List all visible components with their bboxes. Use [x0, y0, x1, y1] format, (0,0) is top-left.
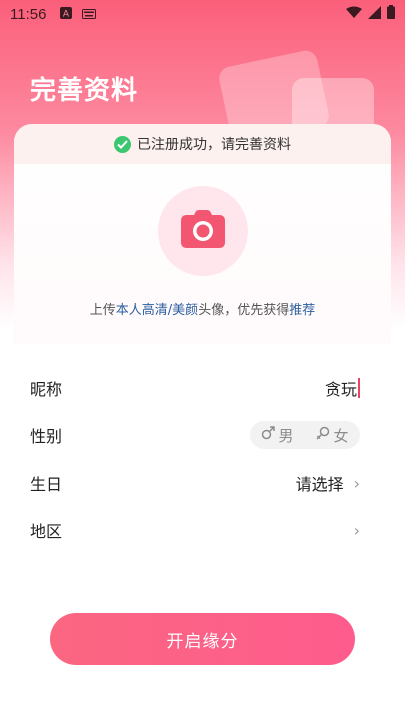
camera-icon — [181, 210, 225, 252]
signal-icon — [368, 5, 381, 23]
check-circle-icon — [114, 135, 131, 153]
upload-hint: 上传本人高清/美颜头像，优先获得推荐 — [14, 299, 391, 318]
battery-icon — [387, 5, 395, 23]
birthday-row[interactable]: 生日 请选择 › — [30, 463, 360, 503]
start-fate-button[interactable]: 开启缘分 — [50, 613, 355, 665]
status-bar: 11:56 A — [0, 0, 405, 28]
gender-selector: 男 女 — [250, 421, 360, 449]
nickname-row[interactable]: 昵称 贪玩 — [30, 368, 360, 408]
chevron-right-icon: › — [353, 520, 360, 540]
hint-highlight: 本人高清/美颜 — [115, 303, 199, 318]
chevron-right-icon: › — [353, 473, 360, 493]
nickname-label: 昵称 — [30, 380, 63, 399]
male-symbol-icon — [261, 426, 276, 444]
notice-text: 已注册成功，请完善资料 — [137, 137, 291, 153]
nickname-input[interactable]: 贪玩 — [325, 376, 360, 400]
gender-row: 性别 男 女 — [30, 415, 360, 455]
birthday-value: 请选择 — [295, 475, 344, 494]
female-symbol-icon — [316, 426, 330, 444]
hint-middle: 头像，优先获得 — [198, 303, 290, 318]
keyboard-icon — [82, 5, 97, 23]
profile-card: 已注册成功，请完善资料 上传本人高清/美颜头像，优先获得推荐 — [14, 124, 391, 344]
gender-male-option[interactable]: 男 — [261, 425, 294, 446]
nickname-value: 贪玩 — [324, 380, 357, 399]
page-title: 完善资料 — [30, 76, 139, 106]
text-cursor — [358, 378, 360, 398]
wifi-icon — [346, 5, 362, 23]
app-a-icon: A — [60, 5, 73, 23]
birthday-picker[interactable]: 请选择 › — [296, 471, 360, 495]
success-notice: 已注册成功，请完善资料 — [14, 124, 391, 164]
gender-male-label: 男 — [278, 426, 294, 445]
avatar-upload-button[interactable] — [158, 186, 248, 276]
region-row[interactable]: 地区 › — [30, 510, 360, 550]
gender-female-label: 女 — [333, 426, 349, 445]
hint-prefix: 上传 — [89, 303, 116, 318]
gender-label: 性别 — [30, 427, 63, 446]
gender-female-option[interactable]: 女 — [316, 425, 349, 446]
svg-text:A: A — [63, 10, 70, 20]
region-label: 地区 — [30, 522, 63, 541]
hint-recommend: 推荐 — [289, 303, 316, 318]
region-picker[interactable]: › — [344, 521, 360, 540]
status-time: 11:56 — [10, 5, 47, 23]
birthday-label: 生日 — [30, 475, 63, 494]
